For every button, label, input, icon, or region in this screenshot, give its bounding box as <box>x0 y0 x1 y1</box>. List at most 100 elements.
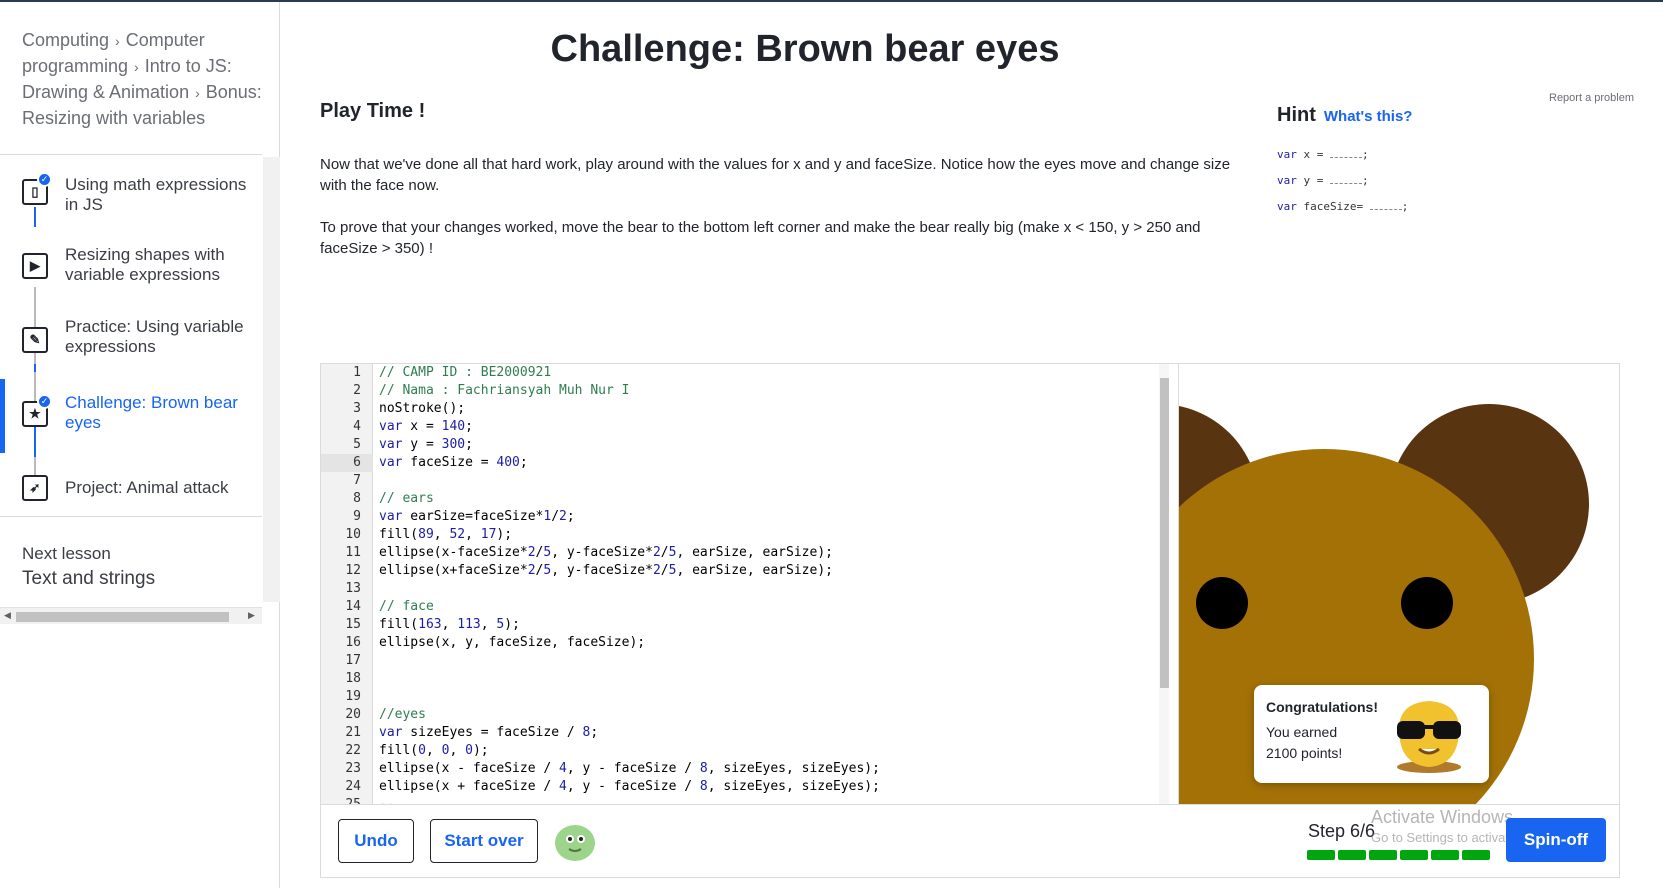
code-line[interactable]: 5 var y = 300; <box>321 436 1169 454</box>
code-line[interactable]: 6 var faceSize = 400; <box>321 454 1169 472</box>
chevron-right-icon: › <box>195 85 200 101</box>
toast-body: You earned 2100 points! <box>1266 724 1343 761</box>
lesson-item-challenge-brown-bear[interactable]: ★ ✓ Challenge: Brown bear eyes <box>0 379 262 453</box>
code-text: ellipse(x+faceSize*2/5, y-faceSize*2/5, … <box>379 563 833 578</box>
code-text: var sizeEyes = faceSize / 8; <box>379 725 599 740</box>
code-lines[interactable]: 1 // CAMP ID : BE2000921 2 // Nama : Fachri… <box>321 364 1169 804</box>
code-text: ellipse(x - faceSize / 4, y - faceSize /… <box>379 761 880 776</box>
code-line[interactable]: 4 var x = 140; <box>321 418 1169 436</box>
undo-button[interactable]: Undo <box>338 819 414 863</box>
line-number: 7 <box>353 473 361 488</box>
code-line[interactable]: 12 ellipse(x+faceSize*2/5, y-faceSize*2/5… <box>321 562 1169 580</box>
code-line[interactable]: 18 <box>321 670 1169 688</box>
lesson-sidebar: Computing › Computer programming › Intro to … <box>0 2 280 888</box>
code-line[interactable]: 2 // Nama : Fachriansyah Muh Nur I <box>321 382 1169 400</box>
code-line[interactable]: 11 ellipse(x-faceSize*2/5, y-faceSize*2/5… <box>321 544 1169 562</box>
editor-toolbar: Undo Start over Step 6/6 Activate Window… <box>321 804 1619 877</box>
description-paragraph: Now that we've done all that hard work, … <box>320 156 1231 194</box>
code-line[interactable]: 9 var earSize=faceSize*1/2; <box>321 508 1169 526</box>
code-text: ellipse(x-faceSize*2/5, y-faceSize*2/5, … <box>379 545 833 560</box>
code-line[interactable]: 19 <box>321 688 1169 706</box>
line-number: 18 <box>345 671 361 686</box>
sidebar-divider <box>0 516 262 517</box>
code-text: fill(0, 0, 0); <box>379 743 489 758</box>
code-line[interactable]: 25 -- <box>321 796 1169 804</box>
code-line[interactable]: 21 var sizeEyes = faceSize / 8; <box>321 724 1169 742</box>
whats-this-link[interactable]: What's this? <box>1324 108 1413 125</box>
start-over-button[interactable]: Start over <box>430 819 538 863</box>
sidebar-vertical-scrollbar[interactable] <box>263 157 280 602</box>
step-counter: Step 6/6 <box>1308 821 1376 841</box>
hint-line: var y = ; <box>1277 174 1369 187</box>
lesson-label: Challenge: Brown bear eyes <box>65 393 238 432</box>
code-text: var faceSize = 400; <box>379 455 528 470</box>
code-line[interactable]: 23 ellipse(x - faceSize / 4, y - faceSize… <box>321 760 1169 778</box>
editor-scrollbar[interactable] <box>1159 364 1169 804</box>
sidebar-horizontal-scrollbar[interactable]: ◀ ▶ <box>0 607 262 624</box>
report-problem-link[interactable]: Report a problem <box>1549 92 1634 104</box>
code-line[interactable]: 13 <box>321 580 1169 598</box>
lesson-item-using-math-expressions[interactable]: ▯ ✓ Using math expressions in JS <box>0 157 262 231</box>
next-lesson-title: Text and strings <box>22 568 156 589</box>
line-number: 9 <box>353 509 361 524</box>
bear-eye-right <box>1401 577 1453 629</box>
code-line[interactable]: 15 fill(163, 113, 5); <box>321 616 1169 634</box>
code-line[interactable]: 3 noStroke(); <box>321 400 1169 418</box>
scrollbar-thumb[interactable] <box>1160 378 1169 688</box>
code-text: noStroke(); <box>379 401 466 416</box>
progress-segment <box>1400 850 1428 860</box>
scroll-left-icon[interactable]: ◀ <box>4 610 11 621</box>
code-text: ellipse(x, y, faceSize, faceSize); <box>379 635 646 650</box>
line-number: 15 <box>345 617 361 632</box>
line-number: 5 <box>353 437 361 452</box>
pencil-icon: ✎ <box>22 327 48 353</box>
line-number: 21 <box>345 725 361 740</box>
code-text: fill(163, 113, 5); <box>379 617 520 632</box>
scrollbar-thumb[interactable] <box>16 612 229 622</box>
line-number: 24 <box>345 779 361 794</box>
line-number: 22 <box>345 743 361 758</box>
breadcrumb-computing[interactable]: Computing <box>22 30 109 50</box>
line-number: 2 <box>353 383 361 398</box>
code-line[interactable]: 17 <box>321 652 1169 670</box>
line-number: 16 <box>345 635 361 650</box>
line-number: 6 <box>321 454 373 472</box>
scroll-right-icon[interactable]: ▶ <box>248 610 255 621</box>
check-icon: ✓ <box>37 172 52 187</box>
code-line[interactable]: 14 // face <box>321 598 1169 616</box>
code-line[interactable]: 22 fill(0, 0, 0); <box>321 742 1169 760</box>
code-text: var earSize=faceSize*1/2; <box>379 509 575 524</box>
code-editor[interactable]: 1 // CAMP ID : BE2000921 2 // Nama : Fachri… <box>321 364 1169 804</box>
hint-title: Hint <box>1277 104 1316 126</box>
challenge-description: Now that we've done all that hard work, … <box>320 154 1260 259</box>
code-line[interactable]: 7 <box>321 472 1169 490</box>
avatar-icon <box>555 825 595 861</box>
code-line[interactable]: 24 ellipse(x + faceSize / 4, y - faceSize… <box>321 778 1169 796</box>
lesson-item-resizing-shapes[interactable]: ▶ Resizing shapes with variable expressi… <box>0 231 262 305</box>
chevron-right-icon: › <box>134 59 139 75</box>
code-text: // Nama : Fachriansyah Muh Nur I <box>379 383 630 398</box>
line-number: 8 <box>353 491 361 506</box>
description-paragraph: To prove that your changes worked, move … <box>320 219 1201 257</box>
sidebar-divider <box>0 154 262 155</box>
hint-line: var faceSize= ; <box>1277 200 1409 213</box>
video-play-icon: ▶ <box>22 253 48 279</box>
breadcrumb: Computing › Computer programming › Intro to … <box>22 28 272 131</box>
code-line[interactable]: 8 // ears <box>321 490 1169 508</box>
spin-off-button[interactable]: Spin-off <box>1506 818 1606 862</box>
line-number: 3 <box>353 401 361 416</box>
code-text: // face <box>379 599 434 614</box>
code-text: var x = 140; <box>379 419 473 434</box>
line-number: 17 <box>345 653 361 668</box>
code-text: -- <box>379 796 395 804</box>
next-lesson-link[interactable]: Next lesson Text and strings <box>22 544 155 590</box>
code-line[interactable]: 10 fill(89, 52, 17); <box>321 526 1169 544</box>
progress-segment <box>1338 850 1366 860</box>
code-text: ellipse(x + faceSize / 4, y - faceSize /… <box>379 779 880 794</box>
lesson-item-practice[interactable]: ✎ Practice: Using variable expressions <box>0 305 262 379</box>
active-indicator <box>0 379 5 453</box>
code-line[interactable]: 20 //eyes <box>321 706 1169 724</box>
code-line[interactable]: 16 ellipse(x, y, faceSize, faceSize); <box>321 634 1169 652</box>
line-number: 25 <box>321 796 361 804</box>
code-line[interactable]: 1 // CAMP ID : BE2000921 <box>321 364 1169 382</box>
